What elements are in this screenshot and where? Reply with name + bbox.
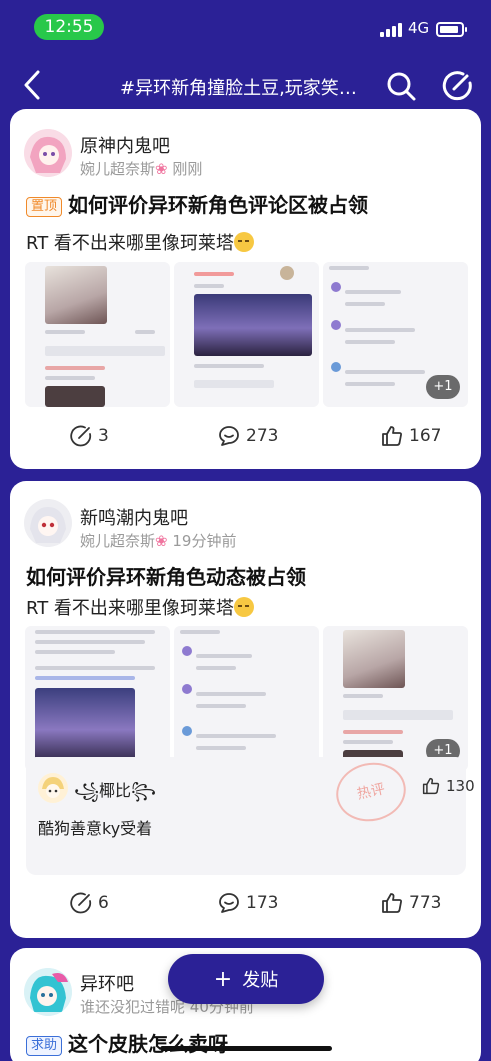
hot-comment-stamp: 热评 [330, 756, 412, 828]
post-body-text: RT 看不出来哪里像珂莱塔 [26, 233, 234, 254]
post-time: 刚刚 [172, 160, 203, 178]
home-indicator [160, 1046, 332, 1051]
comment-text: 酷狗善意ky受着 [38, 819, 153, 838]
new-post-label: 发贴 [242, 970, 279, 991]
comment-count: 273 [246, 426, 279, 446]
like-count: 773 [409, 893, 442, 913]
topic-title: #异环新角撞脸土豆,玩家笑嘻... [120, 78, 368, 99]
post-body: RT 看不出来哪里像珂莱塔 [26, 229, 254, 255]
thumbs-up-icon [382, 893, 402, 913]
author-name[interactable]: 婉儿超奈斯 [80, 160, 155, 178]
commenter-avatar[interactable] [38, 773, 68, 803]
signal-icon [380, 23, 402, 37]
post-title-text: 如何评价异环新角色评论区被占领 [68, 193, 369, 217]
battery-icon [436, 22, 467, 37]
chevron-left-icon [24, 70, 40, 100]
post-meta: 婉儿超奈斯❀ 刚刚 [80, 158, 202, 179]
more-images-badge: +1 [426, 375, 460, 399]
share-button[interactable]: 3 [70, 425, 109, 447]
forum-name[interactable]: 原神内鬼吧 [80, 132, 170, 158]
commenter-name[interactable]: ꧁椰比꧂ [74, 777, 156, 811]
share-count: 3 [98, 426, 109, 446]
edit-icon [442, 71, 472, 101]
comment-button[interactable]: 273 [218, 425, 278, 447]
share-count: 6 [98, 893, 109, 913]
post-title[interactable]: 置顶 如何评价异环新角色评论区被占领 [26, 189, 368, 218]
forum-avatar[interactable] [24, 968, 72, 1016]
share-button[interactable]: 6 [70, 892, 109, 914]
pinned-badge: 置顶 [26, 197, 63, 217]
flower-icon: ❀ [155, 160, 168, 178]
post-card[interactable]: 原神内鬼吧 婉儿超奈斯❀ 刚刚 置顶 如何评价异环新角色评论区被占领 RT 看不出… [10, 109, 481, 469]
post-meta: 婉儿超奈斯❀ 19分钟前 [80, 530, 236, 551]
nav-bar: #异环新角撞脸土豆,玩家笑嘻... [0, 60, 491, 110]
post-image[interactable] [174, 262, 319, 407]
post-card[interactable]: 新鸣潮内鬼吧 婉儿超奈斯❀ 19分钟前 如何评价异环新角色动态被占领 RT 看不… [10, 481, 481, 938]
status-bar: 12:55 4G [0, 0, 491, 56]
thumbs-up-icon [422, 777, 440, 795]
post-image[interactable] [25, 626, 170, 771]
comment-count: 173 [246, 893, 279, 913]
plus-icon: + [213, 966, 233, 992]
search-icon [387, 72, 416, 101]
comment-like-button[interactable]: 130 [422, 777, 475, 795]
comment-button[interactable]: 173 [218, 892, 278, 914]
smirk-emoji-icon [233, 597, 254, 617]
forum-avatar[interactable] [24, 129, 72, 177]
post-image[interactable]: +1 [323, 626, 468, 771]
forum-name[interactable]: 异环吧 [80, 970, 134, 996]
post-title-text: 这个皮肤怎么卖呀 [68, 1032, 229, 1056]
new-post-button[interactable]: + 发贴 [168, 954, 324, 1004]
like-button[interactable]: 167 [381, 425, 441, 447]
hot-comment[interactable]: ꧁椰比꧂ 热评 130 酷狗善意ky受着 [26, 756, 475, 875]
post-title[interactable]: 如何评价异环新角色动态被占领 [26, 561, 306, 590]
search-button[interactable] [385, 70, 417, 102]
comment-icon [219, 426, 239, 446]
back-button[interactable] [18, 68, 48, 102]
post-body-text: RT 看不出来哪里像珂莱塔 [26, 598, 234, 619]
post-title[interactable]: 求助 这个皮肤怎么卖呀 [26, 1028, 228, 1057]
help-badge: 求助 [26, 1036, 63, 1056]
like-count: 167 [409, 426, 442, 446]
author-name[interactable]: 婉儿超奈斯 [80, 532, 155, 550]
post-image[interactable] [25, 262, 170, 407]
post-image[interactable]: +1 [323, 262, 468, 407]
edit-icon [70, 892, 92, 914]
forum-name[interactable]: 新鸣潮内鬼吧 [80, 504, 188, 530]
like-button[interactable]: 773 [381, 892, 441, 914]
author-name[interactable]: 谁还没犯过错呢 [80, 998, 185, 1016]
status-time: 12:55 [34, 14, 104, 40]
forum-avatar[interactable] [24, 499, 72, 547]
comment-like-count: 130 [446, 777, 475, 795]
smirk-emoji-icon [233, 232, 254, 252]
flower-icon: ❀ [155, 532, 168, 550]
network-label: 4G [408, 19, 430, 37]
comment-icon [219, 893, 239, 913]
post-body: RT 看不出来哪里像珂莱塔 [26, 594, 254, 620]
compose-button[interactable] [441, 70, 473, 102]
edit-icon [70, 425, 92, 447]
post-image[interactable] [174, 626, 319, 771]
post-time: 19分钟前 [172, 532, 237, 550]
thumbs-up-icon [382, 426, 402, 446]
